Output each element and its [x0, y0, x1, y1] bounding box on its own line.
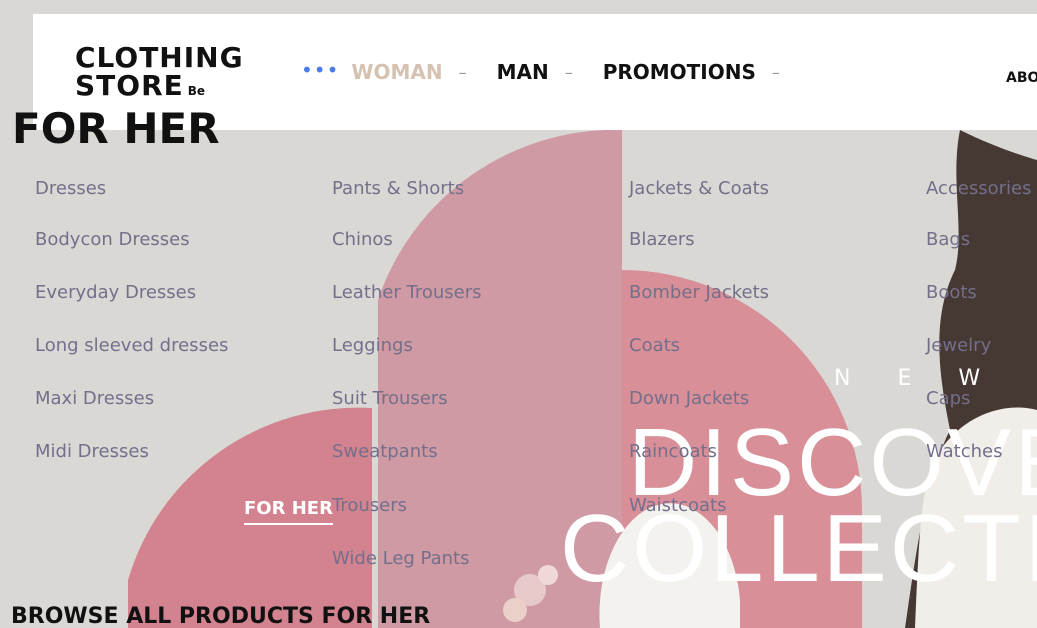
- logo-line1: CLOTHING: [75, 41, 244, 74]
- nav-dash: –: [771, 62, 780, 82]
- logo-suffix: Be: [187, 84, 206, 98]
- menu-link[interactable]: Accessories: [926, 178, 1032, 199]
- nav-dash: –: [564, 62, 573, 82]
- menu-link[interactable]: Blazers: [629, 229, 695, 250]
- menu-link[interactable]: Coats: [629, 335, 680, 356]
- menu-link[interactable]: Pants & Shorts: [332, 178, 464, 199]
- menu-link[interactable]: Dresses: [35, 178, 106, 199]
- menu-link[interactable]: Bodycon Dresses: [35, 229, 190, 250]
- menu-link[interactable]: Raincoats: [629, 441, 717, 462]
- menu-link[interactable]: Everyday Dresses: [35, 282, 196, 303]
- nav-item-about[interactable]: ABO: [1006, 70, 1037, 86]
- menu-title: FOR HER: [12, 104, 220, 153]
- main-nav: ••• WOMAN – MAN – PROMOTIONS –: [301, 58, 810, 84]
- menu-link[interactable]: Wide Leg Pants: [332, 548, 469, 569]
- menu-link[interactable]: Leggings: [332, 335, 413, 356]
- menu-link[interactable]: Jewelry: [926, 335, 991, 356]
- menu-link[interactable]: Caps: [926, 388, 970, 409]
- menu-link[interactable]: Bags: [926, 229, 970, 250]
- menu-link[interactable]: Leather Trousers: [332, 282, 481, 303]
- menu-link[interactable]: Chinos: [332, 229, 393, 250]
- for-her-link[interactable]: FOR HER: [244, 498, 333, 525]
- menu-link[interactable]: Trousers: [332, 495, 407, 516]
- nav-item-promotions[interactable]: PROMOTIONS –: [603, 60, 780, 84]
- hero-title-line2: COLLECTI: [560, 495, 1037, 602]
- menu-link[interactable]: Long sleeved dresses: [35, 335, 228, 356]
- nav-item-label: PROMOTIONS: [602, 60, 756, 84]
- hero-title-line1: DISCOVE: [628, 409, 1037, 516]
- menu-link[interactable]: Bomber Jackets: [629, 282, 769, 303]
- menu-link[interactable]: Jackets & Coats: [629, 178, 769, 199]
- nav-item-label: WOMAN: [351, 60, 443, 84]
- menu-link[interactable]: Watches: [926, 441, 1003, 462]
- menu-link[interactable]: Down Jackets: [629, 388, 749, 409]
- menu-link[interactable]: Sweatpants: [332, 441, 438, 462]
- hero-eyebrow: N E W: [834, 366, 1001, 391]
- menu-link[interactable]: Suit Trousers: [332, 388, 448, 409]
- menu-link[interactable]: Waistcoats: [629, 495, 727, 516]
- menu-link[interactable]: Boots: [926, 282, 977, 303]
- store-logo[interactable]: CLOTHING STORE Be: [75, 44, 244, 105]
- menu-link[interactable]: Midi Dresses: [35, 441, 149, 462]
- browse-all-link[interactable]: BROWSE ALL PRODUCTS FOR HER: [11, 604, 430, 628]
- menu-link[interactable]: Maxi Dresses: [35, 388, 154, 409]
- nav-item-label: MAN: [496, 60, 549, 84]
- nav-item-woman[interactable]: WOMAN –: [351, 60, 466, 84]
- nav-item-man[interactable]: MAN –: [497, 60, 573, 84]
- nav-dots-icon: •••: [301, 58, 340, 82]
- nav-dash: –: [458, 62, 467, 82]
- logo-line2: STORE: [75, 69, 184, 102]
